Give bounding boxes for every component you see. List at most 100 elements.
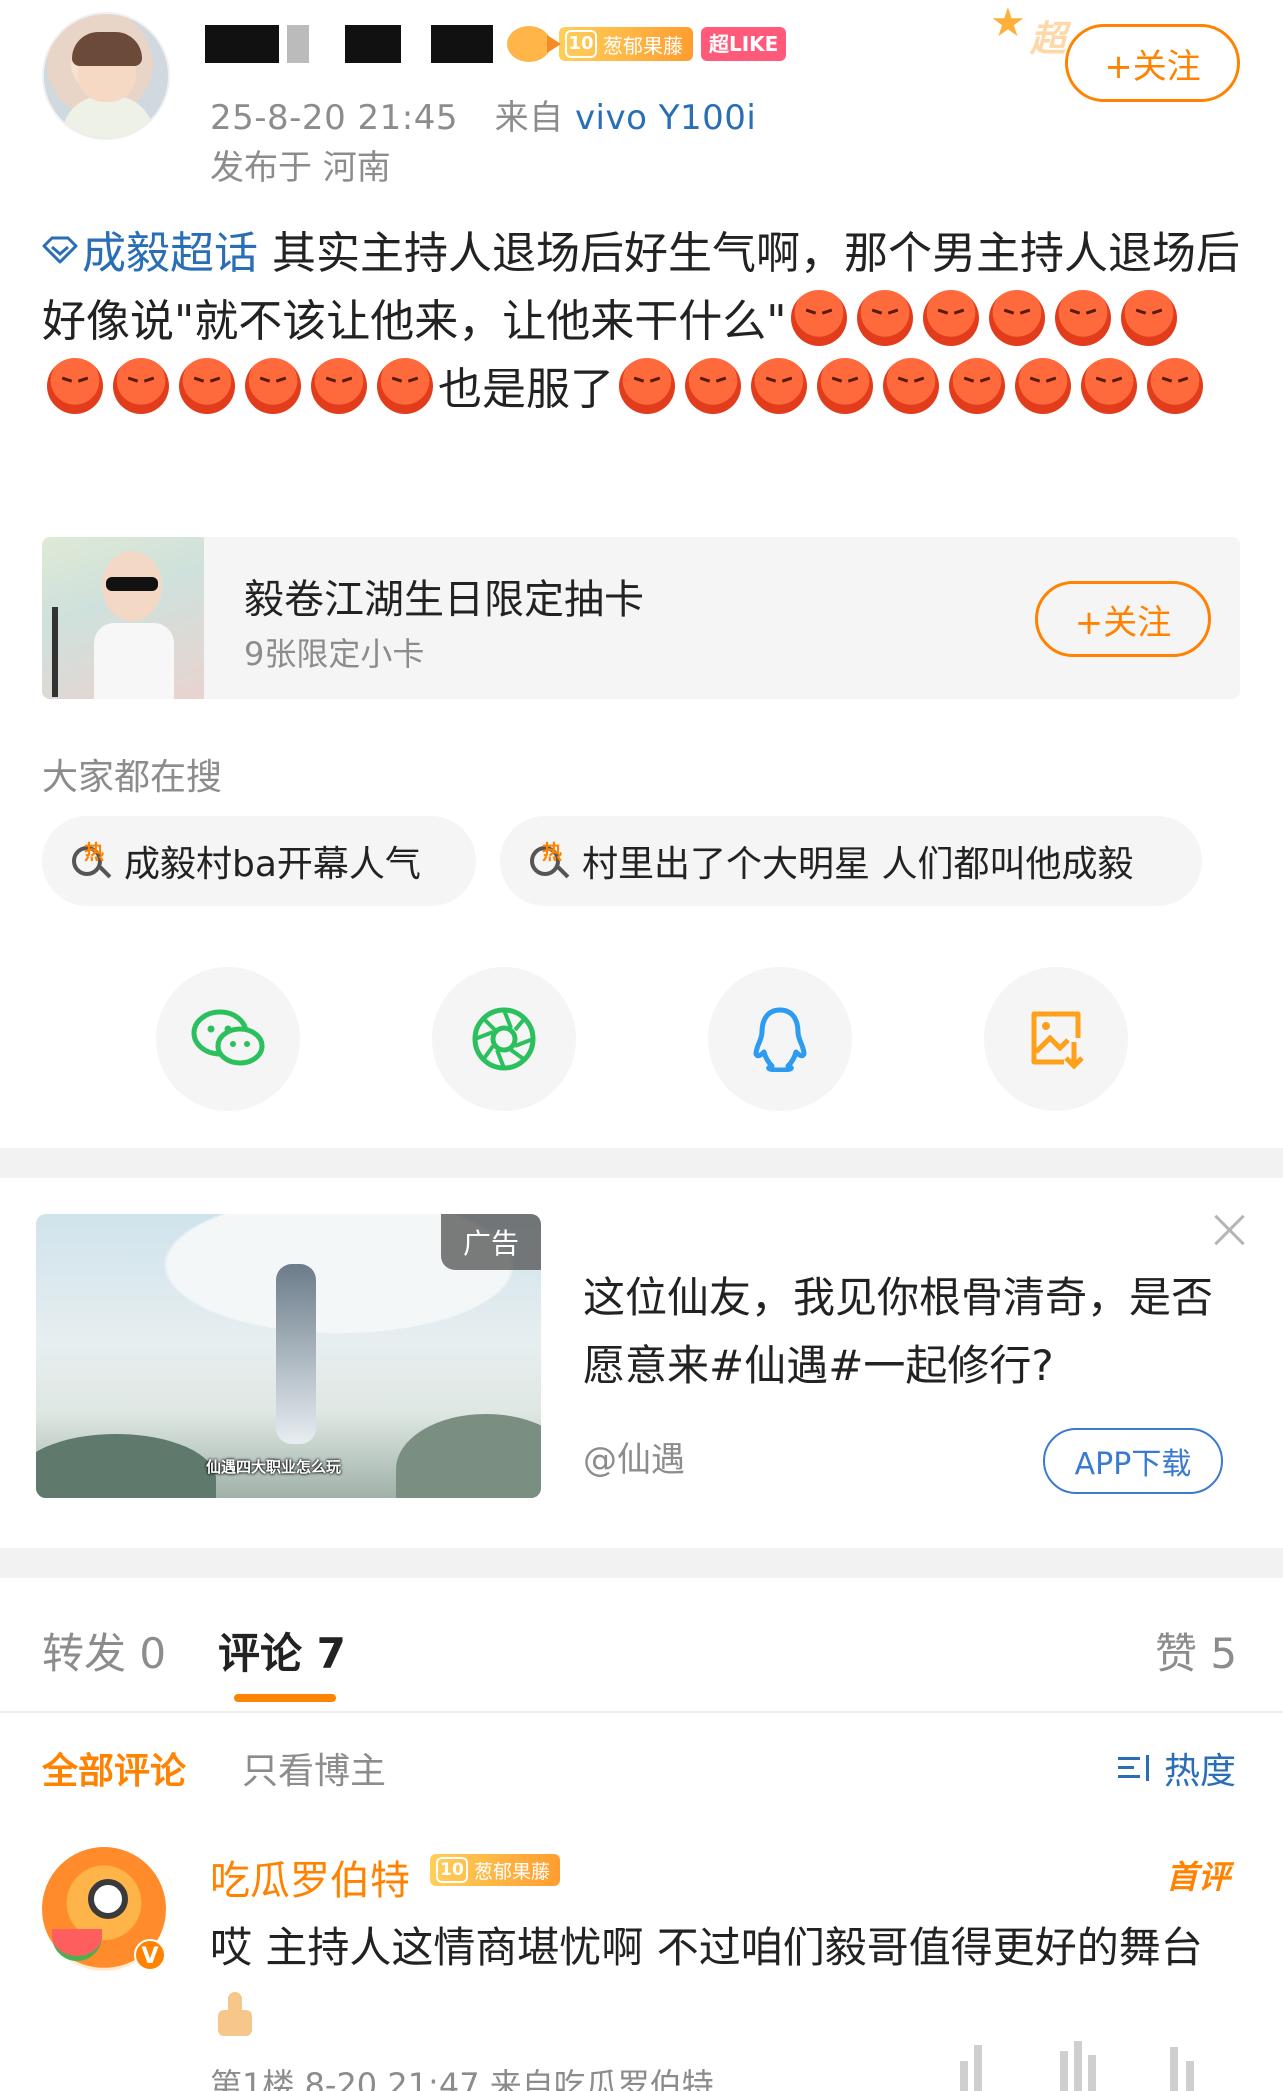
- ad-image[interactable]: 仙遇四大职业怎么玩 广告: [36, 1214, 541, 1498]
- thumbs-up-icon: [210, 1992, 258, 2038]
- fan-level-label: 葱郁果藤: [474, 1860, 551, 1883]
- hot-search-icon: 热: [70, 840, 112, 882]
- fan-level-number: 10: [436, 1857, 468, 1883]
- fan-level-badge[interactable]: 10 葱郁果藤: [559, 27, 693, 61]
- tabs-divider: [0, 1711, 1283, 1713]
- angry-emoji: [245, 358, 301, 414]
- trending-search-chip[interactable]: 热 村里出了个大明星 人们都叫他成毅: [500, 816, 1202, 906]
- save-image-button[interactable]: [984, 967, 1128, 1111]
- angry-emoji: [923, 290, 980, 346]
- share-moments-button[interactable]: [432, 967, 576, 1111]
- chip-label: 成毅村ba开幕人气: [124, 844, 421, 885]
- author-avatar[interactable]: [42, 12, 170, 140]
- commenter-avatar[interactable]: V: [42, 1847, 166, 1971]
- commenter-name[interactable]: 吃瓜罗伯特: [210, 1848, 410, 1906]
- super-topic-link[interactable]: 成毅超话: [82, 228, 258, 279]
- angry-emoji: [113, 358, 169, 414]
- ad-source[interactable]: @仙遇: [583, 1432, 685, 1481]
- moments-icon: [472, 1007, 536, 1071]
- avatar-body: [62, 96, 154, 138]
- post-timestamp: 25-8-20 21:45: [210, 98, 458, 138]
- angry-emoji: [377, 358, 433, 414]
- redacted-name-part: [287, 25, 309, 63]
- angry-emoji: [1121, 290, 1178, 346]
- ad-text[interactable]: 这位仙友，我见你根骨清奇，是否愿意来#仙遇#一起修行?: [583, 1264, 1223, 1400]
- avatar-hair: [72, 32, 142, 66]
- sticker-card[interactable]: 毅卷江湖生日限定抽卡 9张限定小卡 +关注: [42, 537, 1240, 699]
- section-divider: [0, 1148, 1283, 1178]
- post-content: 成毅超话 其实主持人退场后好生气啊，那个男主持人退场后好像说"就不该让他来，让他…: [42, 220, 1242, 424]
- redacted-name-part: [431, 25, 493, 63]
- trending-search-title: 大家都在搜: [42, 757, 223, 798]
- verified-icon: V: [134, 1939, 166, 1971]
- fan-level-number: 10: [565, 30, 597, 58]
- angry-emoji: [883, 358, 939, 414]
- comment-meta: 第1楼 8-20 21:47 来自吃瓜罗伯特: [210, 2066, 714, 2091]
- share-wechat-button[interactable]: [156, 967, 300, 1111]
- game-character-figure: [276, 1264, 316, 1444]
- hot-search-icon: 热: [528, 840, 570, 882]
- angry-emoji: [179, 358, 235, 414]
- sort-by-hot-button[interactable]: 热度: [1118, 1742, 1236, 1794]
- angry-emoji: [47, 358, 103, 414]
- card-thumbnail: [42, 537, 204, 699]
- star-icon: ★: [990, 0, 1026, 46]
- super-deco-text: 超: [1030, 19, 1067, 60]
- sort-label: 热度: [1164, 1751, 1237, 1792]
- angry-emoji: [817, 358, 873, 414]
- section-divider: [0, 1548, 1283, 1578]
- active-tab-indicator: [234, 1694, 336, 1702]
- angry-emoji: [949, 358, 1005, 414]
- redacted-name-part: [205, 25, 279, 63]
- mountain-shape: [36, 1434, 216, 1498]
- tab-comment[interactable]: 评论 7: [218, 1620, 346, 1681]
- figure-coat: [94, 623, 174, 699]
- follow-button[interactable]: +关注: [1065, 24, 1240, 102]
- angry-emoji: [619, 358, 675, 414]
- fish-icon: [507, 26, 561, 62]
- tab-like[interactable]: 赞 5: [1155, 1620, 1237, 1681]
- post-header: 10 葱郁果藤 超LIKE ★ 超 +关注 25-8-20 21:45 来自 v…: [0, 0, 1283, 190]
- angry-emoji: [989, 290, 1046, 346]
- camera-tripod-shape: [52, 607, 96, 697]
- watermelon-shape: [52, 1929, 102, 1961]
- close-icon[interactable]: [1212, 1212, 1248, 1248]
- super-topic-icon: [42, 236, 78, 264]
- angry-emoji: [857, 290, 914, 346]
- device-link[interactable]: vivo Y100i: [575, 98, 756, 138]
- sort-icon: [1118, 1753, 1156, 1783]
- comment-body: 哎 主持人这情商堪忧啊 不过咱们毅哥值得更好的舞台: [210, 1923, 1203, 1972]
- source-prefix: 来自: [494, 98, 564, 138]
- filter-all-comments[interactable]: 全部评论: [42, 1742, 186, 1794]
- qq-icon: [753, 1007, 807, 1072]
- angry-emoji: [311, 358, 367, 414]
- mountain-shape: [396, 1414, 541, 1498]
- redacted-name-part: [345, 25, 401, 63]
- wechat-icon: [191, 1009, 265, 1066]
- share-qq-button[interactable]: [708, 967, 852, 1111]
- angry-emoji: [1055, 290, 1112, 346]
- commenter-fan-badge[interactable]: 10 葱郁果藤: [430, 1854, 561, 1886]
- comment-text: 哎 主持人这情商堪忧啊 不过咱们毅哥值得更好的舞台: [210, 1914, 1240, 2050]
- fan-level-label: 葱郁果藤: [603, 33, 683, 58]
- card-follow-button[interactable]: +关注: [1035, 581, 1211, 657]
- author-name-row[interactable]: 10 葱郁果藤 超LIKE: [205, 22, 787, 66]
- filter-op-only[interactable]: 只看博主: [242, 1742, 386, 1794]
- angry-emoji: [1015, 358, 1071, 414]
- angry-emoji: [1147, 358, 1203, 414]
- post-meta: 25-8-20 21:45 来自 vivo Y100i: [210, 90, 756, 139]
- ad-tag: 广告: [441, 1214, 541, 1270]
- first-comment-tag: 首评: [1166, 1858, 1231, 1896]
- save-image-icon: [1031, 1011, 1084, 1070]
- chip-label: 村里出了个大明星 人们都叫他成毅: [582, 844, 1134, 885]
- ad-image-caption: 仙遇四大职业怎么玩: [206, 1458, 342, 1476]
- trending-search-chip[interactable]: 热 成毅村ba开幕人气: [42, 816, 476, 906]
- tab-repost[interactable]: 转发 0: [42, 1620, 166, 1681]
- post-location: 发布于 河南: [210, 148, 391, 188]
- angry-emoji: [751, 358, 807, 414]
- super-like-badge[interactable]: 超LIKE: [701, 27, 787, 61]
- app-download-button[interactable]: APP下载: [1043, 1428, 1223, 1494]
- angry-emoji: [1081, 358, 1137, 414]
- angry-emoji: [685, 358, 741, 414]
- sunglasses-shape: [106, 577, 158, 591]
